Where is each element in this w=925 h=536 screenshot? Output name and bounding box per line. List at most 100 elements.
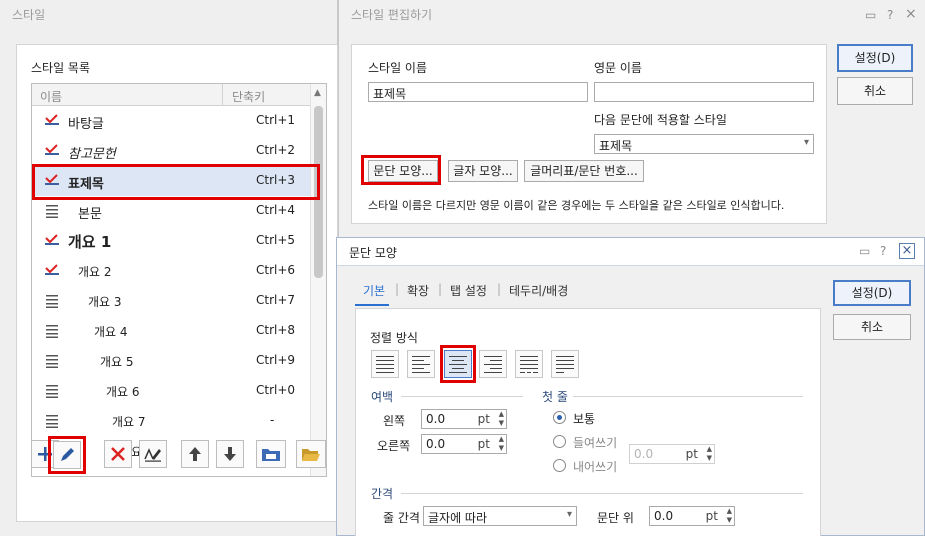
tab-extended[interactable]: 확장 [407, 282, 429, 299]
edit-cancel-button[interactable]: 취소 [837, 77, 913, 105]
align-distribute-button[interactable] [515, 350, 543, 378]
align-split-icon [556, 356, 574, 373]
spin-arrows-icon[interactable]: ▲ ▼ [727, 507, 732, 525]
unit-label: pt [705, 509, 718, 523]
close-icon[interactable]: × [905, 6, 917, 22]
unit-label: pt [685, 447, 698, 461]
paragraph-ok-button[interactable]: 설정(D) [833, 280, 911, 306]
duplicate-name-note: 스타일 이름은 다르지만 영문 이름이 같은 경우에는 두 스타일을 같은 스타… [368, 199, 785, 212]
close-icon[interactable]: × [899, 243, 915, 259]
radio-normal-label: 보통 [573, 412, 596, 426]
paragraph-cancel-button[interactable]: 취소 [833, 314, 911, 340]
comment-icon[interactable]: ▭ [865, 8, 876, 22]
style-list[interactable]: 이름 단축키 바탕글 Ctrl+1 참고문헌 Ctrl+2 표제목 Ctrl+3 [31, 83, 327, 477]
style-row[interactable]: 개요 2 Ctrl+6 [32, 256, 310, 286]
style-list-scrollbar[interactable]: ▲ ▼ [310, 84, 326, 476]
style-row-shortcut: Ctrl+4 [256, 203, 296, 217]
margin-section-label: 여백 [371, 390, 394, 404]
tab-tab-settings[interactable]: 탭 설정 [450, 282, 487, 299]
style-row[interactable]: 개요 5 Ctrl+9 [32, 346, 310, 376]
radio-indent[interactable] [553, 435, 566, 448]
style-row-name: 개요 2 [78, 265, 112, 279]
english-name-label: 영문 이름 [594, 61, 642, 75]
open-folder-icon [302, 449, 320, 461]
tab-basic[interactable]: 기본 [363, 282, 385, 299]
style-row-name: 개요 7 [112, 415, 146, 429]
style-row-shortcut: Ctrl+0 [256, 383, 296, 397]
open-style-button[interactable] [296, 440, 326, 468]
tab-border-background[interactable]: 테두리/배경 [509, 282, 568, 299]
comment-icon[interactable]: ▭ [859, 244, 870, 258]
english-name-input[interactable] [594, 82, 814, 102]
style-dialog-title: 스타일 [12, 8, 46, 22]
line-spacing-label: 줄 간격 [383, 511, 420, 525]
spin-arrows-icon[interactable]: ▲ ▼ [707, 445, 712, 463]
style-row[interactable]: 개요 4 Ctrl+8 [32, 316, 310, 346]
style-row[interactable]: 본문 Ctrl+4 [32, 196, 310, 226]
style-row-name: 개요 1 [68, 233, 112, 251]
style-row[interactable]: 참고문헌 Ctrl+2 [32, 136, 310, 166]
column-header-name[interactable]: 이름 [40, 88, 62, 105]
style-row-shortcut: Ctrl+8 [256, 323, 296, 337]
style-row-shortcut: Ctrl+9 [256, 353, 296, 367]
help-icon[interactable]: ? [887, 8, 893, 22]
char-style-check-icon [45, 234, 59, 245]
left-margin-spinner[interactable]: 0.0 pt ▲ ▼ [421, 409, 507, 429]
align-split-button[interactable] [551, 350, 579, 378]
edit-style-panel: 스타일 이름 표제목 영문 이름 다음 문단에 적용할 스타일 표제목 문단 모… [351, 44, 827, 224]
radio-normal[interactable] [553, 411, 566, 424]
style-row[interactable]: 개요 3 Ctrl+7 [32, 286, 310, 316]
next-style-label: 다음 문단에 적용할 스타일 [594, 113, 727, 127]
move-down-icon [224, 447, 236, 461]
delete-x-icon [111, 447, 125, 461]
modify-style-button[interactable] [139, 440, 167, 468]
style-row[interactable]: 개요 1 Ctrl+5 [32, 226, 310, 256]
edit-ok-button[interactable]: 설정(D) [837, 44, 913, 72]
align-left-button[interactable] [407, 350, 435, 378]
style-row[interactable]: 개요 7 - [32, 406, 310, 436]
align-left-icon [412, 356, 430, 373]
style-row-name: 개요 6 [106, 385, 140, 399]
indent-spinner[interactable]: 0.0 pt ▲ ▼ [629, 444, 715, 464]
scroll-up-icon[interactable]: ▲ [314, 88, 321, 98]
style-row[interactable]: 개요 6 Ctrl+0 [32, 376, 310, 406]
align-justify-button[interactable] [371, 350, 399, 378]
help-icon[interactable]: ? [880, 244, 886, 258]
active-tab-indicator [355, 304, 389, 306]
right-margin-spinner[interactable]: 0.0 pt ▲ ▼ [421, 434, 507, 454]
paragraph-above-spinner[interactable]: 0.0 pt ▲ ▼ [649, 506, 735, 526]
radio-outdent[interactable] [553, 459, 566, 472]
next-style-select[interactable]: 표제목 [594, 134, 814, 154]
radio-outdent-label: 내어쓰기 [573, 460, 618, 474]
style-row[interactable]: 바탕글 Ctrl+1 [32, 106, 310, 136]
indent-value: 0.0 [634, 447, 654, 461]
style-name-input[interactable]: 표제목 [368, 82, 588, 102]
delete-style-button[interactable] [104, 440, 132, 468]
spin-arrows-icon[interactable]: ▲ ▼ [499, 410, 504, 428]
column-separator[interactable] [222, 84, 223, 106]
paragraph-style-icon [46, 415, 58, 428]
align-justify-icon [376, 356, 394, 373]
tab-divider: | [395, 282, 400, 296]
char-shape-button[interactable]: 글자 모양... [448, 160, 518, 182]
style-row-name: 바탕글 [68, 117, 104, 132]
import-style-button[interactable] [256, 440, 286, 468]
style-row-shortcut: Ctrl+7 [256, 293, 296, 307]
section-divider [401, 493, 803, 494]
spacing-section-label: 간격 [371, 487, 394, 501]
paragraph-above-label: 문단 위 [597, 511, 634, 525]
style-row-shortcut: Ctrl+5 [256, 233, 296, 247]
align-right-button[interactable] [479, 350, 507, 378]
style-row-name: 참고문헌 [68, 147, 116, 162]
move-up-button[interactable] [181, 440, 209, 468]
line-spacing-select[interactable]: 글자에 따라 [423, 506, 577, 526]
align-right-icon [484, 356, 502, 373]
char-style-check-icon [45, 114, 59, 125]
move-down-button[interactable] [216, 440, 244, 468]
unit-label: pt [477, 437, 490, 451]
column-header-shortcut[interactable]: 단축키 [232, 88, 265, 105]
tab-divider: | [497, 282, 502, 296]
style-row-shortcut: - [270, 413, 275, 427]
spin-arrows-icon[interactable]: ▲ ▼ [499, 435, 504, 453]
bullet-numbering-button[interactable]: 글머리표/문단 번호... [524, 160, 644, 182]
